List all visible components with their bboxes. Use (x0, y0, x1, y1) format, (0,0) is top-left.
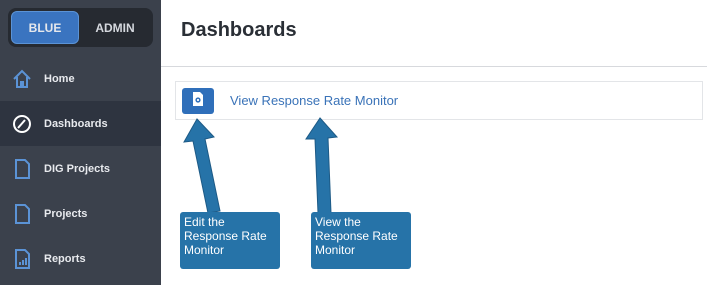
edit-arrow (183, 118, 221, 214)
view-arrow (305, 117, 339, 214)
view-callout: View the Response Rate Monitor (311, 212, 411, 269)
edit-callout: Edit the Response Rate Monitor (180, 212, 280, 269)
